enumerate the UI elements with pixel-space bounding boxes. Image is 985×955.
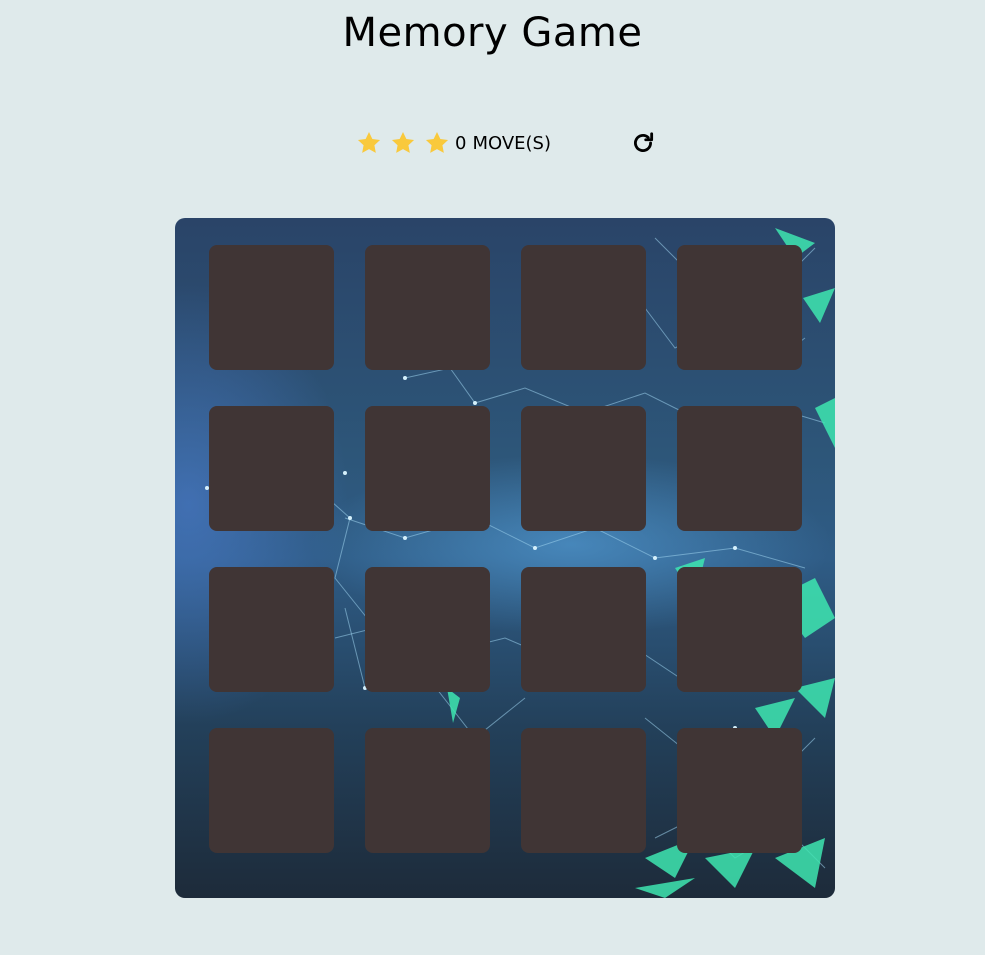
star-rating <box>356 130 458 156</box>
card[interactable] <box>521 728 646 853</box>
card[interactable] <box>677 567 802 692</box>
page-title: Memory Game <box>342 10 643 56</box>
card[interactable] <box>209 567 334 692</box>
card[interactable] <box>677 728 802 853</box>
card[interactable] <box>521 406 646 531</box>
score-panel: 0 MOVE(S) <box>356 128 656 158</box>
moves-counter: 0 MOVE(S) <box>455 133 551 154</box>
card-deck <box>175 218 835 898</box>
star-icon <box>357 131 381 153</box>
card[interactable] <box>365 728 490 853</box>
moves-label: MOVE(S) <box>472 132 551 154</box>
card[interactable] <box>209 406 334 531</box>
card[interactable] <box>365 406 490 531</box>
restart-icon[interactable] <box>630 130 656 156</box>
card[interactable] <box>209 728 334 853</box>
star-icon <box>391 131 415 153</box>
card[interactable] <box>365 245 490 370</box>
moves-count: 0 <box>455 132 467 154</box>
card[interactable] <box>677 245 802 370</box>
star-icon <box>425 131 449 153</box>
card[interactable] <box>521 245 646 370</box>
card[interactable] <box>209 245 334 370</box>
card[interactable] <box>677 406 802 531</box>
card[interactable] <box>365 567 490 692</box>
card[interactable] <box>521 567 646 692</box>
